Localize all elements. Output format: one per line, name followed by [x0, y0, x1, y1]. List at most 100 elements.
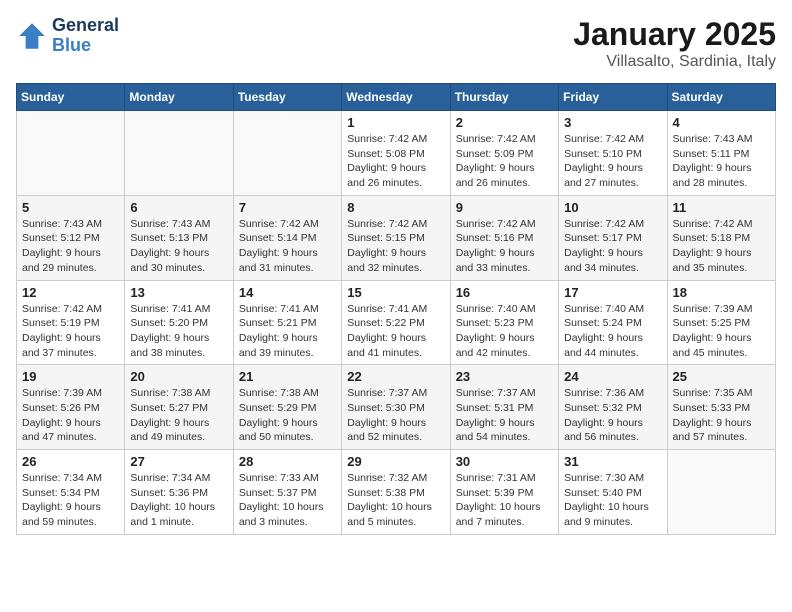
day-number: 27	[130, 454, 227, 469]
day-info: Sunrise: 7:31 AM Sunset: 5:39 PM Dayligh…	[456, 471, 553, 530]
day-number: 22	[347, 369, 444, 384]
day-cell-28: 28 Sunrise: 7:33 AM Sunset: 5:37 PM Dayli…	[233, 450, 341, 535]
calendar-header-row: SundayMondayTuesdayWednesdayThursdayFrid…	[17, 84, 776, 111]
day-cell-20: 20 Sunrise: 7:38 AM Sunset: 5:27 PM Dayli…	[125, 365, 233, 450]
day-header-tuesday: Tuesday	[233, 84, 341, 111]
day-cell-8: 8 Sunrise: 7:42 AM Sunset: 5:15 PM Daylig…	[342, 195, 450, 280]
day-number: 1	[347, 115, 444, 130]
empty-cell	[17, 111, 125, 196]
day-cell-29: 29 Sunrise: 7:32 AM Sunset: 5:38 PM Dayli…	[342, 450, 450, 535]
logo-icon	[16, 20, 48, 52]
day-cell-15: 15 Sunrise: 7:41 AM Sunset: 5:22 PM Dayli…	[342, 280, 450, 365]
month-title: January 2025	[573, 16, 776, 53]
day-info: Sunrise: 7:42 AM Sunset: 5:18 PM Dayligh…	[673, 217, 770, 276]
day-cell-25: 25 Sunrise: 7:35 AM Sunset: 5:33 PM Dayli…	[667, 365, 775, 450]
day-number: 5	[22, 200, 119, 215]
week-row-3: 12Sunrise: 7:42 AM Sunset: 5:19 PM Dayli…	[17, 280, 776, 365]
day-number: 2	[456, 115, 553, 130]
week-row-2: 5 Sunrise: 7:43 AM Sunset: 5:12 PM Daylig…	[17, 195, 776, 280]
day-info: Sunrise: 7:42 AM Sunset: 5:16 PM Dayligh…	[456, 217, 553, 276]
title-block: January 2025 Villasalto, Sardinia, Italy	[573, 16, 776, 71]
day-cell-16: 16Sunrise: 7:40 AM Sunset: 5:23 PM Dayli…	[450, 280, 558, 365]
day-number: 15	[347, 285, 444, 300]
day-info: Sunrise: 7:42 AM Sunset: 5:10 PM Dayligh…	[564, 132, 661, 191]
day-number: 18	[673, 285, 770, 300]
day-cell-31: 31 Sunrise: 7:30 AM Sunset: 5:40 PM Dayli…	[559, 450, 667, 535]
day-number: 26	[22, 454, 119, 469]
day-number: 6	[130, 200, 227, 215]
day-number: 7	[239, 200, 336, 215]
location: Villasalto, Sardinia, Italy	[573, 53, 776, 71]
day-header-sunday: Sunday	[17, 84, 125, 111]
day-number: 31	[564, 454, 661, 469]
logo: General Blue	[16, 16, 119, 56]
day-number: 4	[673, 115, 770, 130]
day-number: 16	[456, 285, 553, 300]
day-number: 10	[564, 200, 661, 215]
day-info: Sunrise: 7:41 AM Sunset: 5:22 PM Dayligh…	[347, 302, 444, 361]
day-cell-6: 6 Sunrise: 7:43 AM Sunset: 5:13 PM Daylig…	[125, 195, 233, 280]
day-number: 9	[456, 200, 553, 215]
day-number: 17	[564, 285, 661, 300]
day-info: Sunrise: 7:39 AM Sunset: 5:25 PM Dayligh…	[673, 302, 770, 361]
day-info: Sunrise: 7:33 AM Sunset: 5:37 PM Dayligh…	[239, 471, 336, 530]
calendar-table: SundayMondayTuesdayWednesdayThursdayFrid…	[16, 83, 776, 535]
day-cell-17: 17Sunrise: 7:40 AM Sunset: 5:24 PM Dayli…	[559, 280, 667, 365]
day-header-thursday: Thursday	[450, 84, 558, 111]
day-cell-27: 27 Sunrise: 7:34 AM Sunset: 5:36 PM Dayli…	[125, 450, 233, 535]
day-info: Sunrise: 7:34 AM Sunset: 5:36 PM Dayligh…	[130, 471, 227, 530]
day-info: Sunrise: 7:43 AM Sunset: 5:11 PM Dayligh…	[673, 132, 770, 191]
day-info: Sunrise: 7:39 AM Sunset: 5:26 PM Dayligh…	[22, 386, 119, 445]
day-cell-23: 23Sunrise: 7:37 AM Sunset: 5:31 PM Dayli…	[450, 365, 558, 450]
day-cell-13: 13 Sunrise: 7:41 AM Sunset: 5:20 PM Dayli…	[125, 280, 233, 365]
day-cell-22: 22Sunrise: 7:37 AM Sunset: 5:30 PM Dayli…	[342, 365, 450, 450]
day-number: 25	[673, 369, 770, 384]
logo-text: General Blue	[52, 16, 119, 56]
day-cell-3: 3 Sunrise: 7:42 AM Sunset: 5:10 PM Daylig…	[559, 111, 667, 196]
day-info: Sunrise: 7:37 AM Sunset: 5:31 PM Dayligh…	[456, 386, 553, 445]
day-number: 21	[239, 369, 336, 384]
day-number: 13	[130, 285, 227, 300]
day-number: 30	[456, 454, 553, 469]
day-number: 14	[239, 285, 336, 300]
day-cell-7: 7Sunrise: 7:42 AM Sunset: 5:14 PM Daylig…	[233, 195, 341, 280]
day-number: 19	[22, 369, 119, 384]
day-cell-2: 2Sunrise: 7:42 AM Sunset: 5:09 PM Daylig…	[450, 111, 558, 196]
day-info: Sunrise: 7:42 AM Sunset: 5:15 PM Dayligh…	[347, 217, 444, 276]
day-cell-18: 18 Sunrise: 7:39 AM Sunset: 5:25 PM Dayli…	[667, 280, 775, 365]
day-number: 20	[130, 369, 227, 384]
day-info: Sunrise: 7:42 AM Sunset: 5:08 PM Dayligh…	[347, 132, 444, 191]
day-cell-11: 11 Sunrise: 7:42 AM Sunset: 5:18 PM Dayli…	[667, 195, 775, 280]
day-header-monday: Monday	[125, 84, 233, 111]
day-cell-1: 1 Sunrise: 7:42 AM Sunset: 5:08 PM Daylig…	[342, 111, 450, 196]
day-number: 29	[347, 454, 444, 469]
day-info: Sunrise: 7:42 AM Sunset: 5:19 PM Dayligh…	[22, 302, 119, 361]
week-row-5: 26 Sunrise: 7:34 AM Sunset: 5:34 PM Dayli…	[17, 450, 776, 535]
day-info: Sunrise: 7:34 AM Sunset: 5:34 PM Dayligh…	[22, 471, 119, 530]
empty-cell	[233, 111, 341, 196]
day-cell-26: 26 Sunrise: 7:34 AM Sunset: 5:34 PM Dayli…	[17, 450, 125, 535]
day-number: 11	[673, 200, 770, 215]
day-info: Sunrise: 7:42 AM Sunset: 5:17 PM Dayligh…	[564, 217, 661, 276]
day-info: Sunrise: 7:41 AM Sunset: 5:20 PM Dayligh…	[130, 302, 227, 361]
week-row-1: 1 Sunrise: 7:42 AM Sunset: 5:08 PM Daylig…	[17, 111, 776, 196]
day-cell-19: 19 Sunrise: 7:39 AM Sunset: 5:26 PM Dayli…	[17, 365, 125, 450]
day-info: Sunrise: 7:43 AM Sunset: 5:12 PM Dayligh…	[22, 217, 119, 276]
day-info: Sunrise: 7:32 AM Sunset: 5:38 PM Dayligh…	[347, 471, 444, 530]
day-number: 3	[564, 115, 661, 130]
day-header-friday: Friday	[559, 84, 667, 111]
day-cell-9: 9 Sunrise: 7:42 AM Sunset: 5:16 PM Daylig…	[450, 195, 558, 280]
day-info: Sunrise: 7:30 AM Sunset: 5:40 PM Dayligh…	[564, 471, 661, 530]
day-info: Sunrise: 7:38 AM Sunset: 5:27 PM Dayligh…	[130, 386, 227, 445]
day-number: 8	[347, 200, 444, 215]
day-header-saturday: Saturday	[667, 84, 775, 111]
day-info: Sunrise: 7:36 AM Sunset: 5:32 PM Dayligh…	[564, 386, 661, 445]
day-info: Sunrise: 7:43 AM Sunset: 5:13 PM Dayligh…	[130, 217, 227, 276]
empty-cell	[667, 450, 775, 535]
day-number: 28	[239, 454, 336, 469]
day-info: Sunrise: 7:38 AM Sunset: 5:29 PM Dayligh…	[239, 386, 336, 445]
day-info: Sunrise: 7:35 AM Sunset: 5:33 PM Dayligh…	[673, 386, 770, 445]
day-cell-24: 24Sunrise: 7:36 AM Sunset: 5:32 PM Dayli…	[559, 365, 667, 450]
day-cell-4: 4 Sunrise: 7:43 AM Sunset: 5:11 PM Daylig…	[667, 111, 775, 196]
day-cell-14: 14Sunrise: 7:41 AM Sunset: 5:21 PM Dayli…	[233, 280, 341, 365]
